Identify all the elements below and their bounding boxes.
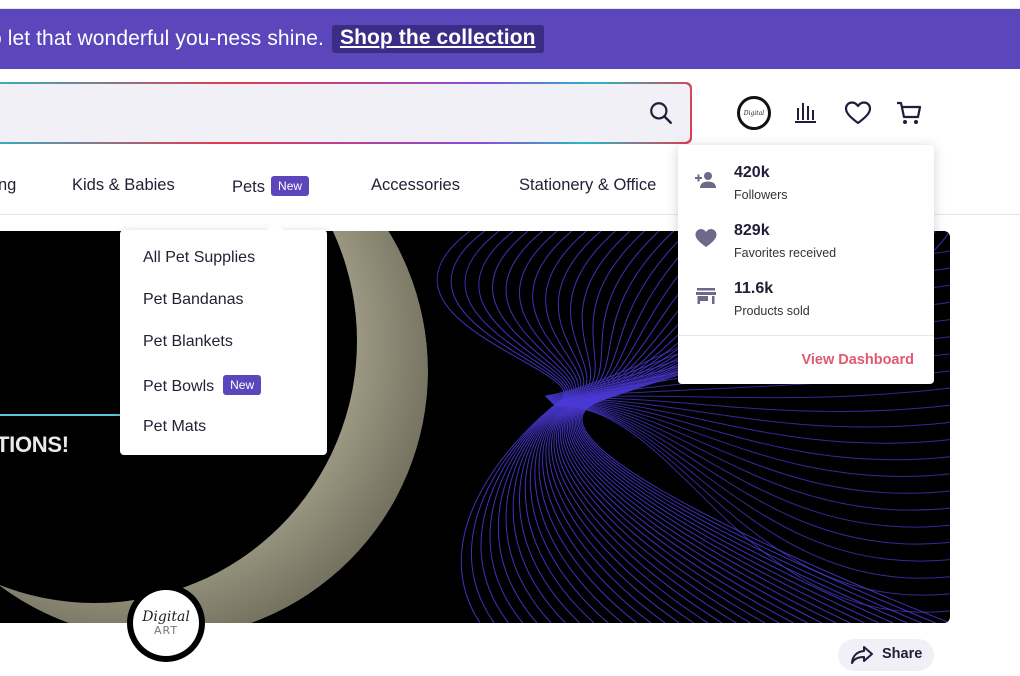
avatar-logo-text: Digital: [743, 109, 765, 117]
logo-text-top: Digital: [142, 608, 190, 625]
heart-icon[interactable]: [841, 96, 875, 130]
share-label: Share: [882, 646, 923, 662]
menu-item-pet-bandanas[interactable]: Pet Bandanas: [143, 291, 244, 309]
products-sold-count: 11.6k: [734, 280, 774, 297]
store-icon: [696, 288, 716, 304]
stats-bars-icon[interactable]: [789, 96, 823, 130]
nav-item-accessories[interactable]: Accessories: [371, 176, 460, 195]
top-border: [0, 0, 1020, 9]
promo-banner: o let that wonderful you-ness shine. Sho…: [0, 9, 1020, 69]
shop-logo: Digital ART: [133, 590, 199, 656]
wave-line: [552, 403, 950, 528]
followers-count: 420k: [734, 164, 770, 181]
wave-line: [554, 405, 950, 596]
new-badge: New: [271, 176, 310, 196]
nav-item-clothing[interactable]: ng: [0, 176, 16, 195]
favorites-label: Favorites received: [734, 246, 837, 260]
menu-item-pet-bowls[interactable]: Pet Bowls New: [143, 375, 262, 396]
wave-line: [450, 231, 567, 623]
account-avatar[interactable]: Digital: [737, 96, 771, 130]
heart-icon: [695, 229, 717, 247]
share-button[interactable]: Share: [838, 639, 934, 671]
nav-item-pets-label: Pets: [232, 178, 266, 196]
cart-icon[interactable]: [892, 96, 926, 130]
logo-text-bottom: ART: [153, 623, 179, 637]
nav-item-stationery-office[interactable]: Stationery & Office: [519, 176, 656, 195]
stat-favorites: 829k Favorites received: [678, 222, 934, 272]
stat-followers: 420k Followers: [678, 164, 934, 214]
search-inner: [0, 84, 690, 144]
banner-accent-line: [0, 414, 130, 416]
menu-item-pet-blankets[interactable]: Pet Blankets: [143, 333, 233, 351]
favorites-count: 829k: [734, 222, 770, 239]
divider: [678, 335, 934, 336]
shop-avatar[interactable]: Digital ART: [127, 584, 205, 662]
share-arrow-icon: [851, 646, 873, 664]
view-dashboard-link[interactable]: View Dashboard: [801, 352, 914, 368]
nav-item-pets[interactable]: Pets New: [232, 176, 310, 197]
pets-dropdown-menu: All Pet Supplies Pet Bandanas Pet Blanke…: [120, 222, 327, 455]
search-input[interactable]: [0, 84, 654, 144]
nav-item-kids-babies[interactable]: Kids & Babies: [72, 176, 175, 195]
stat-products-sold: 11.6k Products sold: [678, 280, 934, 330]
search-bar: [0, 82, 692, 144]
new-badge: New: [223, 375, 262, 395]
followers-label: Followers: [734, 188, 788, 202]
menu-item-pet-mats[interactable]: Pet Mats: [143, 418, 206, 436]
menu-item-all-pet-supplies[interactable]: All Pet Supplies: [143, 249, 255, 267]
products-sold-label: Products sold: [734, 304, 810, 318]
banner-caption: TIONS!: [0, 432, 69, 457]
search-icon[interactable]: [648, 100, 674, 126]
shop-stats-popover: 420k Followers 829k Favorites received 1…: [678, 145, 934, 384]
person-add-icon: [695, 172, 716, 188]
promo-text: o let that wonderful you-ness shine.: [0, 27, 324, 50]
menu-item-pet-bowls-label: Pet Bowls: [143, 378, 215, 395]
shop-collection-link[interactable]: Shop the collection: [331, 25, 544, 53]
